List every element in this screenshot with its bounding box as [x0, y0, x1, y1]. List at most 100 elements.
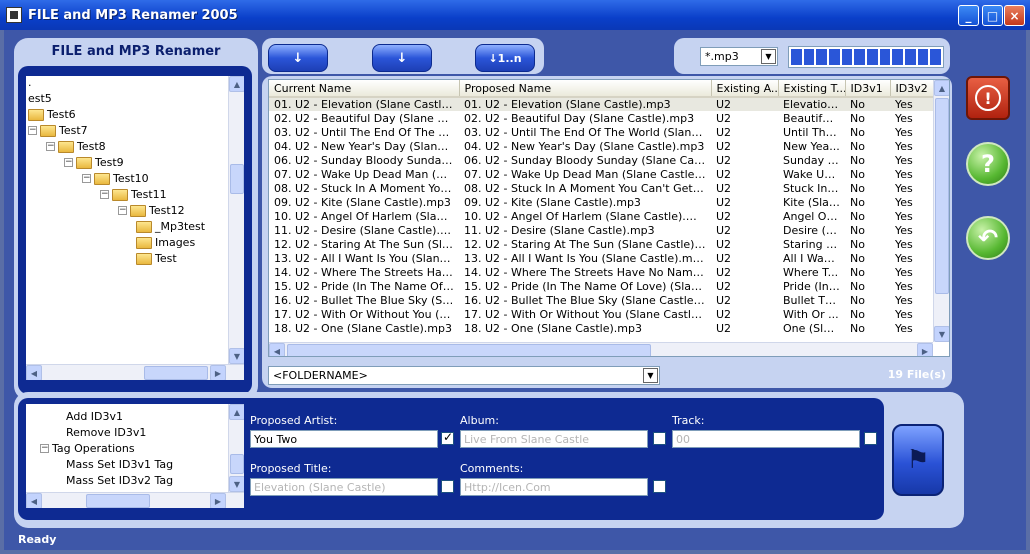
table-row[interactable]: 03. U2 - Until The End Of The World... 03… [269, 125, 935, 139]
table-cell: 13. U2 - All I Want Is You (Slane Castle… [464, 251, 707, 265]
scroll-right-icon[interactable]: ▶ [917, 343, 933, 356]
table-vscroll[interactable]: ▲ ▼ [933, 80, 949, 342]
collapse-icon[interactable]: − [118, 206, 127, 215]
rename-down-button[interactable]: ↓ [268, 44, 328, 72]
tree-node[interactable]: − Test7 [28, 124, 88, 137]
table-vscroll-thumb[interactable] [935, 98, 949, 294]
scroll-left-icon[interactable]: ◀ [26, 493, 42, 508]
stop-button[interactable]: ! [966, 76, 1010, 120]
table-row[interactable]: 01. U2 - Elevation (Slane Castle).mp301.… [269, 97, 935, 111]
table-row[interactable]: 17. U2 - With Or Without You (Slane ... 1… [269, 307, 935, 321]
table-cell: Bullet Th... [783, 293, 843, 307]
column-header[interactable]: Proposed Name [459, 80, 712, 98]
table-row[interactable]: 09. U2 - Kite (Slane Castle).mp3 09. U2 -… [269, 195, 935, 209]
comments-checkbox[interactable] [653, 480, 666, 493]
column-header[interactable]: Current Name [269, 80, 460, 98]
tree-hscroll-thumb[interactable] [144, 366, 208, 380]
column-header[interactable]: ID3v1 [845, 80, 891, 98]
table-row[interactable]: 18. U2 - One (Slane Castle).mp3 18. U2 - … [269, 321, 935, 335]
scroll-up-icon[interactable]: ▲ [229, 76, 244, 92]
operation-item[interactable]: − Tag Operations [40, 442, 135, 455]
operation-item[interactable]: Mass Set ID3v2 Tag [66, 474, 173, 487]
tree-node-label: est5 [28, 92, 52, 105]
tree-node[interactable]: − Test11 [100, 188, 167, 201]
scroll-down-icon[interactable]: ▼ [229, 348, 244, 364]
table-hscroll-thumb[interactable] [287, 344, 651, 356]
artist-checkbox[interactable] [441, 430, 454, 445]
tree-node-label: Test6 [47, 108, 76, 121]
column-header[interactable]: Existing A... [711, 80, 779, 98]
collapse-icon[interactable]: − [40, 444, 49, 453]
table-row[interactable]: 06. U2 - Sunday Bloody Sunday (Sla... 06.… [269, 153, 935, 167]
table-row[interactable]: 10. U2 - Angel Of Harlem (Slane Cast... 1… [269, 209, 935, 223]
tree-node[interactable]: − Test9 [64, 156, 124, 169]
tree-hscroll[interactable]: ◀ ▶ [26, 364, 244, 380]
scroll-left-icon[interactable]: ◀ [26, 365, 42, 380]
close-button[interactable]: × [1004, 5, 1025, 26]
maximize-button[interactable]: □ [982, 5, 1003, 26]
track-field[interactable]: 00 [672, 430, 860, 448]
help-button[interactable]: ? [966, 142, 1010, 186]
tree-node[interactable]: _Mp3test [136, 220, 205, 233]
ops-hscroll-thumb[interactable] [86, 494, 150, 508]
tree-node[interactable]: − Test8 [46, 140, 106, 153]
operation-item[interactable]: Add ID3v1 [66, 410, 123, 423]
chevron-down-icon[interactable]: ▼ [761, 49, 776, 64]
scroll-down-icon[interactable]: ▼ [934, 326, 949, 342]
undo-button[interactable]: ↶ [966, 216, 1010, 260]
operation-item[interactable]: Mass Set ID3v1 Tag [66, 458, 173, 471]
tree-node[interactable]: − Test10 [82, 172, 149, 185]
tree-node[interactable]: Test6 [28, 108, 76, 121]
scroll-left-icon[interactable]: ◀ [269, 343, 285, 356]
table-row[interactable]: 14. U2 - Where The Streets Have N... 14. … [269, 265, 935, 279]
comments-field[interactable]: Http://Icen.Com [460, 478, 648, 496]
track-checkbox[interactable] [864, 432, 877, 445]
scroll-right-icon[interactable]: ▶ [210, 493, 226, 508]
minimize-button[interactable]: _ [958, 5, 979, 26]
pattern-select[interactable]: <FOLDERNAME> ▼ [268, 366, 660, 385]
artist-field[interactable]: You Two [250, 430, 438, 448]
table-row[interactable]: 11. U2 - Desire (Slane Castle).mp3 11. U2… [269, 223, 935, 237]
scroll-right-icon[interactable]: ▶ [210, 365, 226, 380]
tree-node[interactable]: − Test12 [118, 204, 185, 217]
table-row[interactable]: 08. U2 - Stuck In A Moment You Ca... 08. … [269, 181, 935, 195]
operation-item[interactable]: Remove ID3v1 [66, 426, 146, 439]
apply-button[interactable]: ⚑ [892, 424, 944, 496]
table-cell: 11. U2 - Desire (Slane Castle).mp3 [274, 223, 459, 237]
table-row[interactable]: 04. U2 - New Year's Day (Slane Castl... 0… [269, 139, 935, 153]
ops-vscroll[interactable]: ▲ ▼ [228, 404, 244, 492]
ops-hscroll[interactable]: ◀ ▶ [26, 492, 244, 508]
tree-node[interactable]: Test [136, 252, 177, 265]
album-checkbox[interactable] [653, 432, 666, 445]
tree-vscroll-thumb[interactable] [230, 164, 244, 194]
column-header[interactable]: ID3v2 [890, 80, 936, 98]
ops-vscroll-thumb[interactable] [230, 454, 244, 474]
table-row[interactable]: 02. U2 - Beautiful Day (Slane Castle)...… [269, 111, 935, 125]
collapse-icon[interactable]: − [82, 174, 91, 183]
chevron-down-icon[interactable]: ▼ [643, 368, 658, 383]
title-field[interactable]: Elevation (Slane Castle) [250, 478, 438, 496]
rename-all-button[interactable]: ↓ [372, 44, 432, 72]
scroll-up-icon[interactable]: ▲ [229, 404, 244, 420]
table-row[interactable]: 15. U2 - Pride (In The Name Of Love... 15… [269, 279, 935, 293]
table-row[interactable]: 07. U2 - Wake Up Dead Man (Slane... 07. U… [269, 167, 935, 181]
collapse-icon[interactable]: − [46, 142, 55, 151]
tree-node[interactable]: . [28, 76, 32, 89]
tree-node[interactable]: Images [136, 236, 195, 249]
scroll-up-icon[interactable]: ▲ [934, 80, 949, 96]
scroll-down-icon[interactable]: ▼ [229, 476, 244, 492]
table-row[interactable]: 16. U2 - Bullet The Blue Sky (Slane ... 1… [269, 293, 935, 307]
table-hscroll[interactable]: ◀ ▶ [269, 342, 933, 356]
column-header[interactable]: Existing T... [778, 80, 846, 98]
filter-select[interactable]: *.mp3 ▼ [700, 47, 778, 66]
table-row[interactable]: 12. U2 - Staring At The Sun (Slane C... 1… [269, 237, 935, 251]
collapse-icon[interactable]: − [64, 158, 73, 167]
tree-node[interactable]: est5 [28, 92, 52, 105]
collapse-icon[interactable]: − [28, 126, 37, 135]
tree-vscroll[interactable]: ▲ ▼ [228, 76, 244, 364]
number-sequence-button[interactable]: ↓1..n [475, 44, 535, 72]
album-field[interactable]: Live From Slane Castle [460, 430, 648, 448]
collapse-icon[interactable]: − [100, 190, 109, 199]
title-checkbox[interactable] [441, 480, 454, 493]
table-row[interactable]: 13. U2 - All I Want Is You (Slane Cas...… [269, 251, 935, 265]
